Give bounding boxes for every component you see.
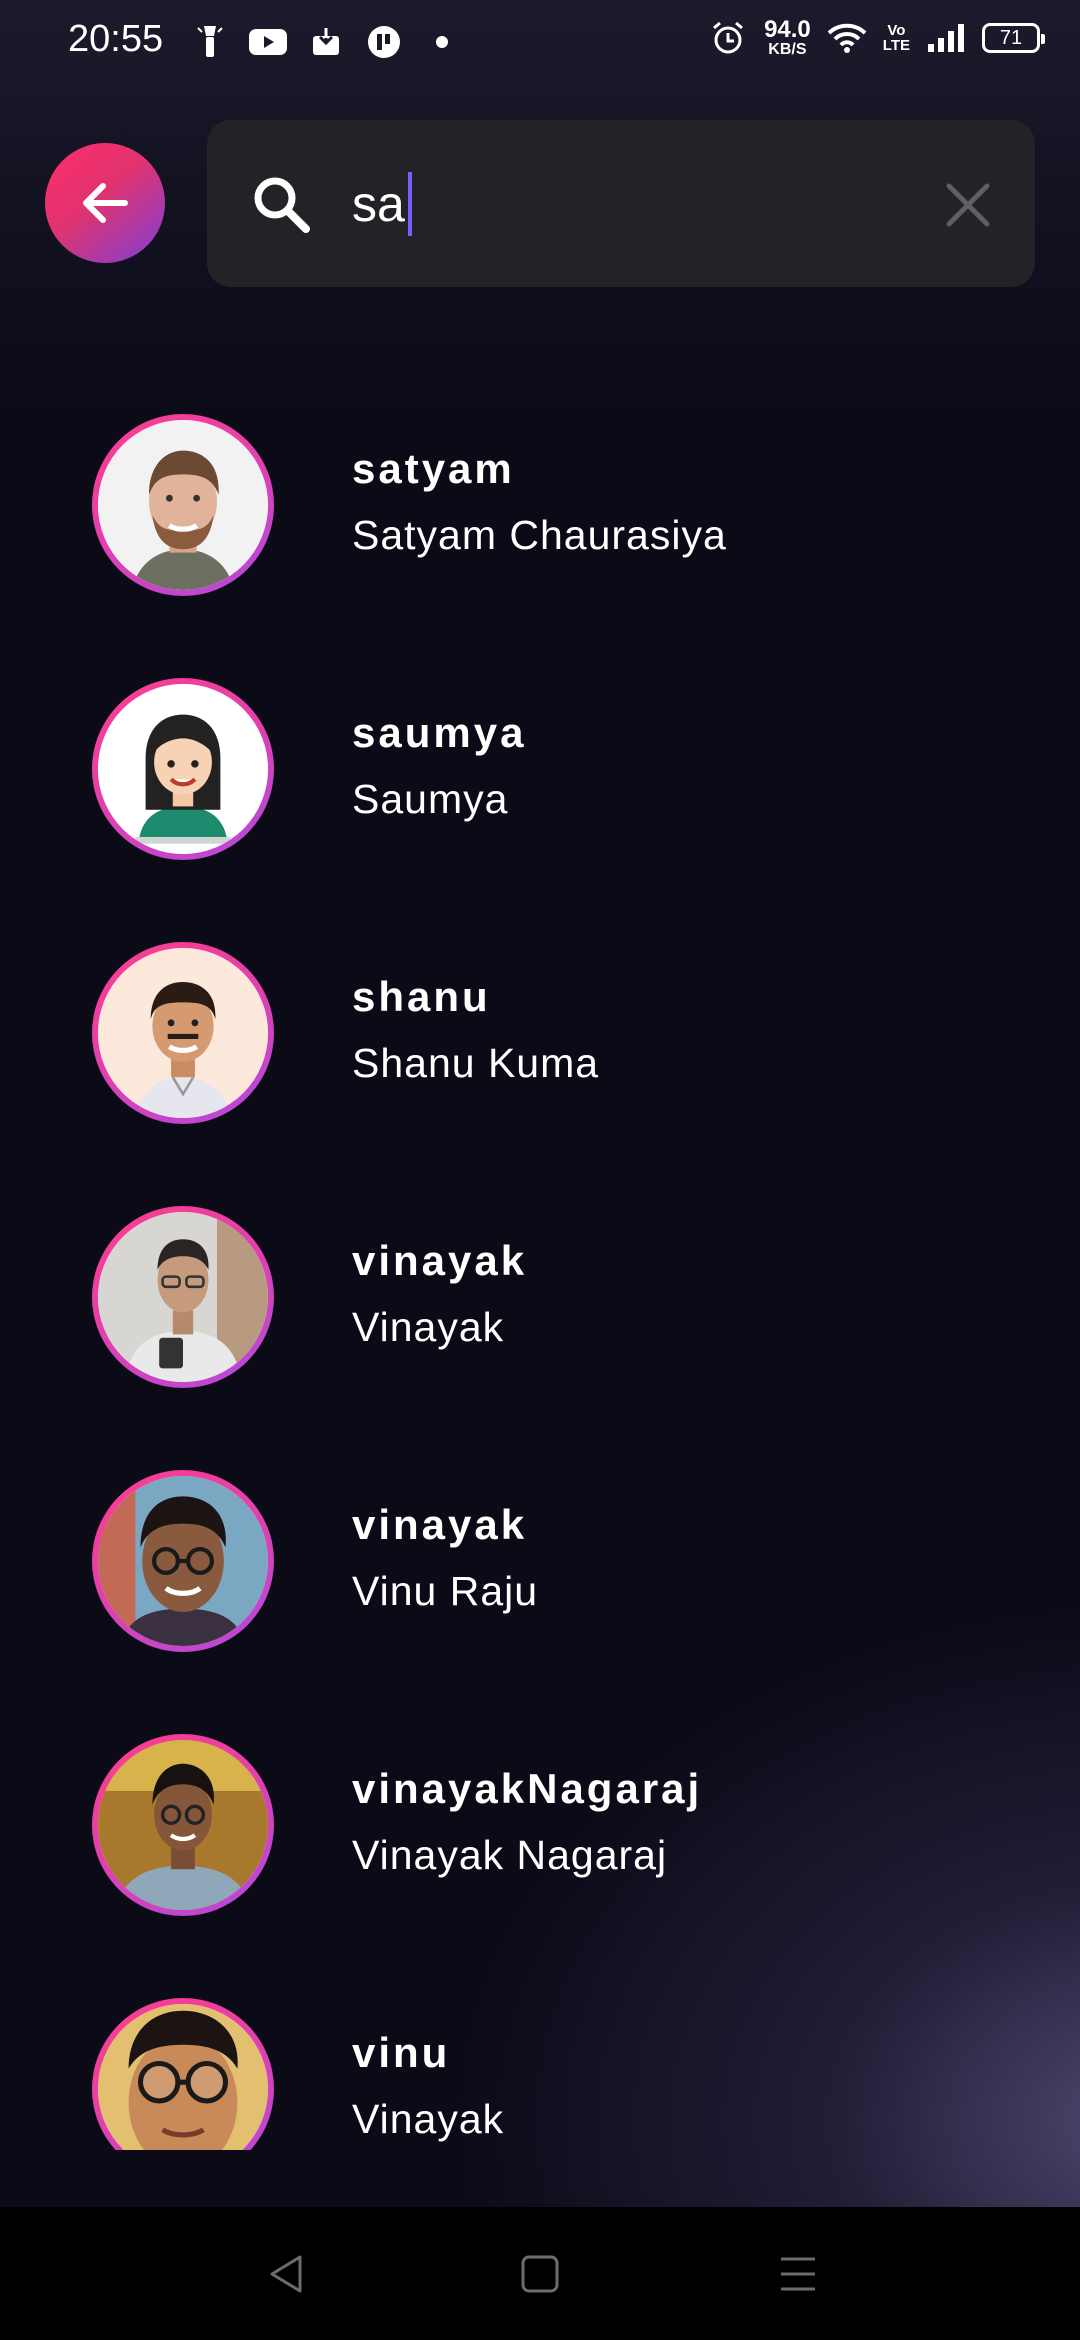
status-time: 20:55 [68, 18, 164, 60]
full-name: Saumya [352, 776, 509, 822]
avatar-illustration [98, 684, 268, 854]
avatar-photo [98, 1476, 268, 1646]
avatar[interactable] [92, 942, 274, 1124]
avatar[interactable] [92, 1734, 274, 1916]
avatar[interactable] [92, 1998, 274, 2150]
full-name: Vinayak [352, 2096, 505, 2142]
avatar-photo [98, 1212, 268, 1382]
alarm-icon [708, 18, 748, 58]
close-icon[interactable] [943, 180, 993, 230]
net-speed-value: 94.0 [764, 16, 811, 43]
back-button[interactable] [45, 143, 165, 263]
battery-indicator: 71 [982, 23, 1045, 53]
wifi-icon [827, 18, 867, 58]
status-left-icons [190, 22, 462, 62]
search-results-list: satyam Satyam Chaurasiya saumya Saumya s… [0, 400, 1080, 2150]
volte-line2: LTE [882, 37, 910, 54]
system-nav-bar [0, 2207, 1080, 2340]
net-speed: 94.0 KB/S [764, 18, 811, 58]
username: vinayakNagaraj [352, 1765, 703, 1812]
status-bar: 20:55 94.0 KB/S Vo LTE 71 [0, 0, 1080, 84]
list-item[interactable]: vinayak Vinayak [0, 1192, 1080, 1456]
full-name: Vinayak Nagaraj [352, 1832, 668, 1878]
avatar[interactable] [92, 1470, 274, 1652]
avatar-photo [98, 1740, 268, 1910]
full-name: Shanu Kuma [352, 1040, 600, 1086]
full-name: Vinu Raju [352, 1568, 539, 1614]
full-name: Vinayak [352, 1304, 505, 1350]
list-item[interactable]: saumya Saumya [0, 664, 1080, 928]
search-bar[interactable]: sa [207, 120, 1035, 287]
menu-lines-icon[interactable] [773, 2249, 823, 2299]
text-caret [407, 172, 412, 236]
search-icon [254, 177, 310, 233]
list-item[interactable]: satyam Satyam Chaurasiya [0, 400, 1080, 664]
avatar[interactable] [92, 414, 274, 596]
avatar[interactable] [92, 1206, 274, 1388]
avatar-photo [98, 420, 268, 590]
search-input[interactable]: sa [352, 172, 412, 236]
username: vinayak [352, 1237, 528, 1284]
square-home-icon[interactable] [515, 2249, 565, 2299]
list-item[interactable]: vinayakNagaraj Vinayak Nagaraj [0, 1720, 1080, 1984]
status-right-icons: 94.0 KB/S Vo LTE 71 [708, 18, 1045, 58]
download-icon [306, 22, 346, 62]
username: saumya [352, 709, 527, 756]
username: vinu [352, 2029, 451, 2076]
screen: 20:55 94.0 KB/S Vo LTE 71 sa satyam Saty… [0, 0, 1080, 2340]
dot-icon [422, 22, 462, 62]
list-item[interactable]: shanu Shanu Kuma [0, 928, 1080, 1192]
full-name: Satyam Chaurasiya [352, 512, 727, 558]
youtube-icon [248, 22, 288, 62]
username: shanu [352, 973, 491, 1020]
net-speed-unit: KB/S [768, 41, 807, 58]
avatar-photo [98, 2004, 268, 2150]
avatar[interactable] [92, 678, 274, 860]
list-item[interactable]: vinayak Vinu Raju [0, 1456, 1080, 1720]
arrow-left-icon [83, 183, 128, 223]
search-input-text: sa [352, 176, 405, 232]
torch-icon [190, 22, 230, 62]
avatar-illustration [98, 948, 268, 1118]
triangle-back-icon[interactable] [262, 2249, 312, 2299]
volte-indicator: Vo LTE [883, 23, 910, 53]
signal-icon [926, 18, 966, 58]
list-item[interactable]: vinu Vinayak [0, 1984, 1080, 2150]
username: vinayak [352, 1501, 528, 1548]
username: satyam [352, 445, 515, 492]
app-icon [364, 22, 404, 62]
